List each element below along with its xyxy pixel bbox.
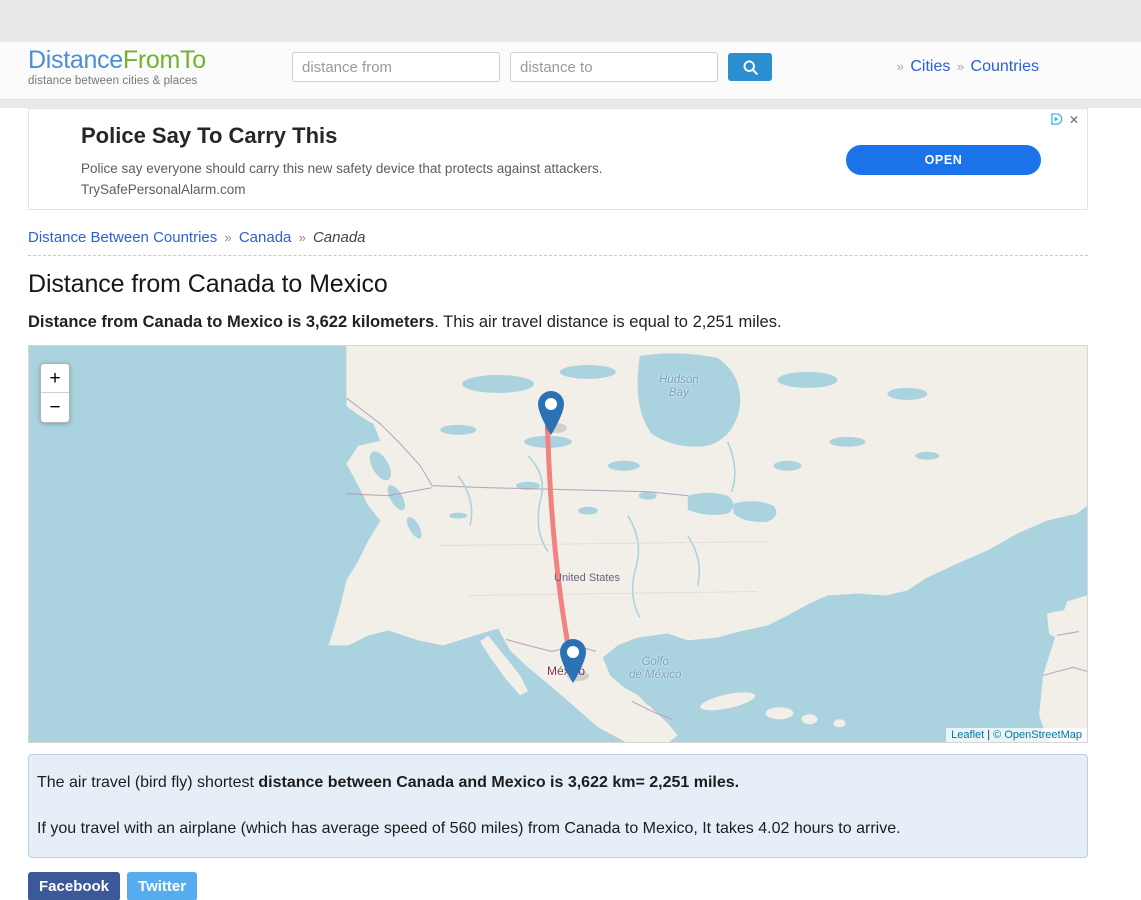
map-marker-mexico[interactable] (556, 636, 592, 684)
browser-top-strip (0, 0, 1141, 42)
search-button[interactable] (728, 53, 772, 81)
twitter-share-button[interactable]: Twitter (127, 872, 198, 900)
ad-open-button[interactable]: OPEN (846, 145, 1041, 175)
map-zoom-controls[interactable]: + − (40, 363, 70, 423)
golfo-line2: de México (629, 669, 682, 682)
result-panel: The air travel (bird fly) shortest dista… (28, 754, 1088, 858)
result-line-1-bold: distance between Canada and Mexico is 3,… (258, 774, 740, 791)
golfo-line1: Golfo (641, 656, 669, 668)
result-line-2: If you travel with an airplane (which ha… (37, 820, 901, 837)
breadcrumb-level2[interactable]: Canada (239, 229, 292, 246)
hudson-bay-line1: Hudson (659, 374, 699, 386)
breadcrumb-sep-1: » (224, 230, 232, 245)
ad-headline: Police Say To Carry This (81, 123, 338, 148)
logo-tagline: distance between cities & places (28, 75, 198, 87)
nav-link-countries[interactable]: Countries (971, 58, 1039, 75)
site-header: DistanceFromTo distance between cities &… (0, 42, 1141, 100)
distance-summary-rest: . This air travel distance is equal to 2… (434, 313, 782, 331)
facebook-share-button[interactable]: Facebook (28, 872, 121, 900)
header-nav: » Cities » Countries (897, 58, 1041, 76)
page-title: Distance from Canada to Mexico (28, 270, 388, 298)
ad-description-text: Police say everyone should carry this ne… (81, 161, 603, 176)
result-line-1-pre: The air travel (bird fly) shortest (37, 774, 259, 791)
distance-to-input[interactable] (510, 52, 718, 82)
site-logo[interactable]: DistanceFromTo distance between cities &… (28, 48, 206, 88)
breadcrumb: Distance Between Countries » Canada » Ca… (28, 229, 1088, 256)
nav-sep-1: » (896, 59, 904, 74)
ad-url: TrySafePersonalAlarm.com (81, 181, 246, 197)
page-body: ✕ Police Say To Carry This Police say ev… (0, 108, 1141, 900)
attribution-divider: | (987, 729, 991, 741)
ad-controls: ✕ (1051, 113, 1079, 126)
map-label-united-states: United States (554, 572, 621, 584)
map-attribution: Leaflet | © OpenStreetMap (946, 728, 1087, 742)
advertisement[interactable]: ✕ Police Say To Carry This Police say ev… (28, 108, 1088, 210)
breadcrumb-current: Canada (312, 229, 366, 246)
close-icon[interactable]: ✕ (1069, 114, 1079, 126)
breadcrumb-sep-2: » (298, 230, 306, 245)
logo-part-fromto: FromTo (122, 46, 206, 74)
map-label-hudson-bay: Hudson Bay (659, 374, 699, 400)
distance-summary: Distance from Canada to Mexico is 3,622 … (28, 313, 1116, 332)
distance-from-input[interactable] (292, 52, 500, 82)
search-icon (743, 60, 758, 75)
ad-description: Police say everyone should carry this ne… (81, 159, 781, 201)
social-share-bar: Facebook Twitter (28, 872, 1116, 900)
logo-wordmark: DistanceFromTo (28, 48, 206, 73)
breadcrumb-root[interactable]: Distance Between Countries (28, 229, 217, 246)
attribution-osm-link[interactable]: © OpenStreetMap (993, 729, 1082, 741)
map-zoom-out-button[interactable]: − (41, 393, 69, 422)
nav-link-cities[interactable]: Cities (910, 58, 950, 75)
search-area (292, 52, 772, 82)
attribution-leaflet-link[interactable]: Leaflet (951, 729, 984, 741)
nav-sep-2: » (956, 59, 965, 74)
adchoices-icon[interactable] (1051, 113, 1064, 126)
result-line-1: The air travel (bird fly) shortest dista… (37, 771, 1079, 795)
map-zoom-in-button[interactable]: + (41, 364, 69, 393)
map-marker-canada[interactable] (534, 388, 570, 436)
map-label-golfo-de-mexico: Golfo de México (629, 656, 681, 682)
logo-part-distance: Distance (28, 46, 123, 74)
distance-summary-bold: Distance from Canada to Mexico is 3,622 … (28, 313, 435, 331)
map-container[interactable]: Hudson Bay United States Golfo de México… (28, 345, 1088, 743)
hudson-bay-line2: Bay (668, 387, 689, 400)
